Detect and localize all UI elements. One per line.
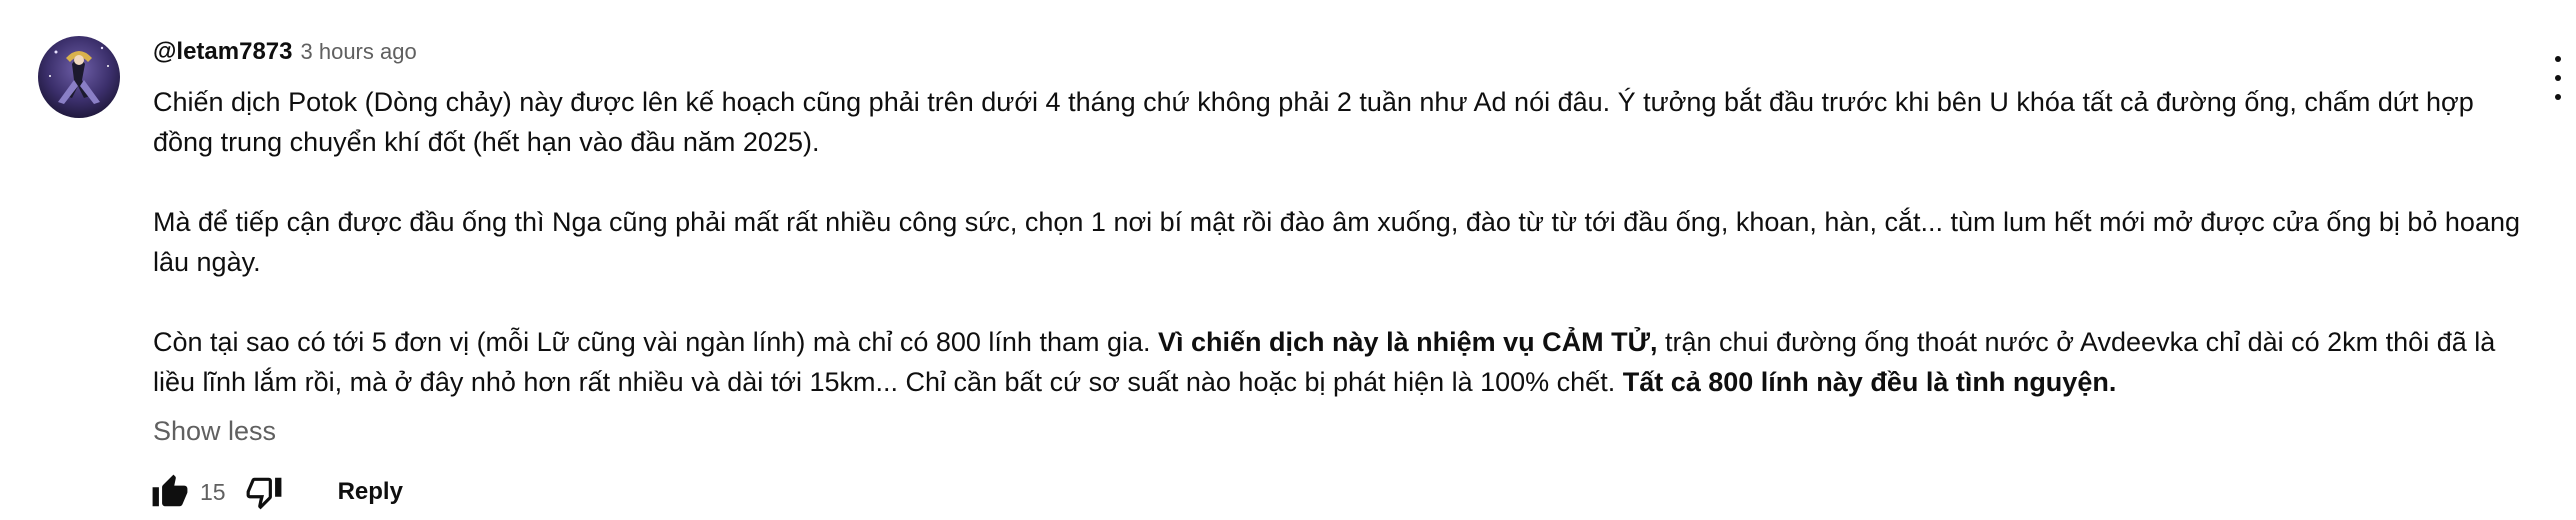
bold-text: Vì chiến dịch này là nhiệm vụ CẢM TỬ,	[1158, 327, 1658, 357]
thumb-down-icon	[246, 477, 282, 510]
comment-actions: 15 Reply	[148, 470, 403, 514]
text-segment: Chiến dịch Potok (Dòng chảy) này được lê…	[153, 87, 2474, 157]
thumb-up-icon	[152, 474, 188, 507]
menu-dot	[2555, 75, 2561, 81]
more-vert-icon[interactable]	[2546, 56, 2570, 100]
comment-text: Chiến dịch Potok (Dòng chảy) này được lê…	[153, 82, 2533, 402]
dislike-button[interactable]	[242, 470, 286, 514]
avatar-image	[38, 36, 120, 118]
comment-header: @letam7873 3 hours ago	[153, 38, 2533, 78]
like-count: 15	[200, 478, 226, 505]
comment-paragraph: Mà để tiếp cận được đầu ống thì Nga cũng…	[153, 202, 2533, 282]
avatar[interactable]	[38, 36, 120, 118]
author-name[interactable]: @letam7873	[153, 38, 293, 66]
reply-button[interactable]: Reply	[338, 478, 403, 506]
text-segment: Mà để tiếp cận được đầu ống thì Nga cũng…	[153, 207, 2520, 277]
show-less-button[interactable]: Show less	[153, 416, 276, 447]
text-segment: Còn tại sao có tới 5 đơn vị (mỗi Lữ cũng…	[153, 327, 1158, 357]
comment-thread: @letam7873 3 hours ago Chiến dịch Potok …	[0, 0, 2576, 520]
menu-dot	[2555, 94, 2561, 100]
timestamp[interactable]: 3 hours ago	[301, 39, 417, 65]
menu-dot	[2555, 56, 2561, 62]
like-button[interactable]	[148, 470, 192, 514]
comment-paragraph: Còn tại sao có tới 5 đơn vị (mỗi Lữ cũng…	[153, 322, 2533, 402]
bold-text: Tất cả 800 lính này đều là tình nguyện.	[1622, 367, 2117, 397]
comment-paragraph: Chiến dịch Potok (Dòng chảy) này được lê…	[153, 82, 2533, 162]
comment-body: @letam7873 3 hours ago Chiến dịch Potok …	[153, 38, 2533, 447]
